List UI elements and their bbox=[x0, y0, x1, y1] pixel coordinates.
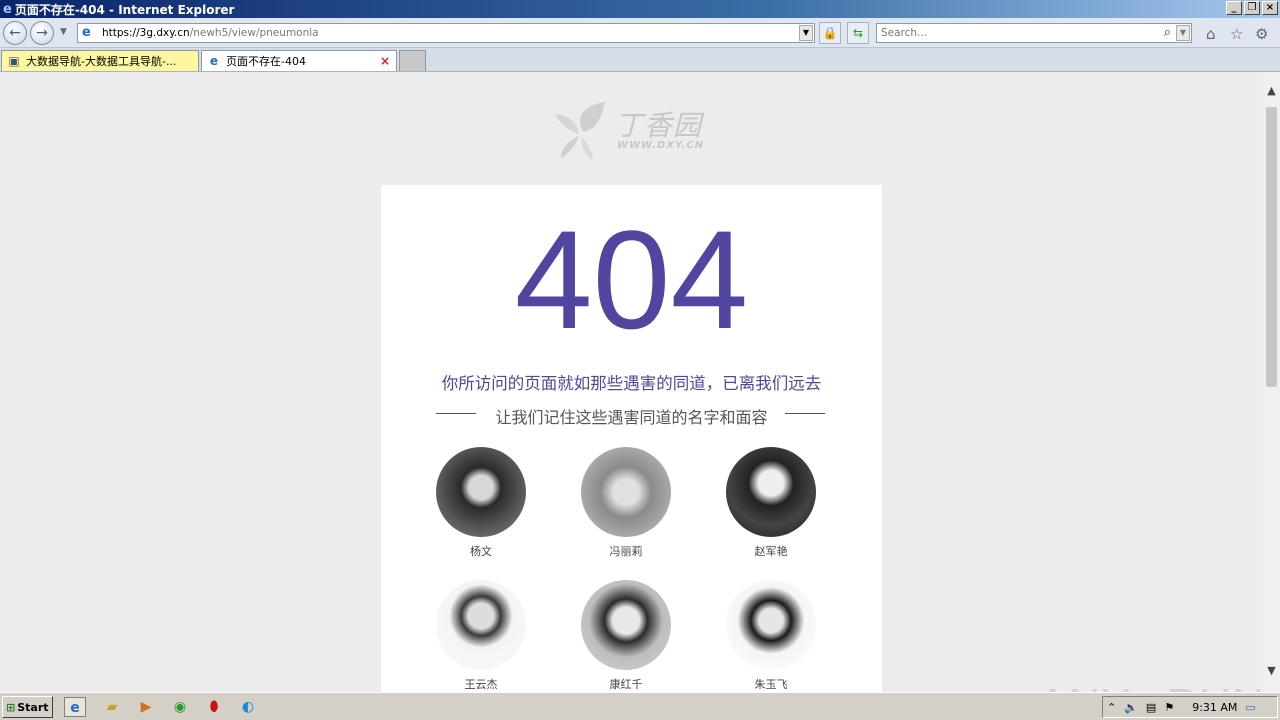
person-name: 朱玉飞 bbox=[754, 678, 788, 691]
person-card: 冯丽莉 bbox=[576, 447, 676, 559]
lock-icon[interactable]: 🔒 bbox=[819, 22, 841, 44]
forward-button[interactable]: → bbox=[30, 21, 54, 45]
system-tray: ⌃ 🔈 ▤ ⚑ 9:31 AM ▭ bbox=[1102, 696, 1278, 718]
person-name: 杨文 bbox=[470, 545, 492, 558]
refresh-icon[interactable]: ⇆ bbox=[847, 22, 869, 44]
dxy-logo[interactable]: 丁香园 WWW.DXY.CN bbox=[553, 102, 723, 162]
address-bar[interactable]: e https://3g.dxy.cn/newh5/view/pneumonia… bbox=[77, 23, 815, 43]
tray-expand-icon[interactable]: ⌃ bbox=[1107, 701, 1116, 714]
back-button[interactable]: ← bbox=[3, 21, 27, 45]
leaf-logo-icon bbox=[555, 102, 605, 160]
scroll-up-icon[interactable]: ▲ bbox=[1263, 82, 1280, 99]
person-card: 康红千 bbox=[576, 580, 676, 692]
scroll-down-icon[interactable]: ▼ bbox=[1263, 662, 1280, 679]
new-tab-button[interactable] bbox=[399, 50, 426, 71]
memorial-subtitle: 让我们记住这些遇害同道的名字和面容 bbox=[495, 408, 768, 427]
person-name: 王云杰 bbox=[464, 678, 498, 691]
error-card: 404 你所访问的页面就如那些遇害的同道，已离我们远去 让我们记住这些遇害同道的… bbox=[381, 185, 882, 692]
portrait-photo bbox=[581, 447, 671, 537]
tab-label: 大数据导航-大数据工具导航-... bbox=[26, 55, 177, 68]
page-content: 丁香园 WWW.DXY.CN 404 你所访问的页面就如那些遇害的同道，已离我们… bbox=[0, 72, 1263, 692]
tab-label: 页面不存在-404 bbox=[226, 55, 306, 68]
home-icon[interactable]: ⌂ bbox=[1206, 25, 1216, 43]
portrait-photo bbox=[726, 447, 816, 537]
logo-name: 丁香园 bbox=[615, 109, 703, 142]
tab-bar: ▣ 大数据导航-大数据工具导航-... e 页面不存在-404 × bbox=[0, 48, 1280, 72]
portrait-photo bbox=[726, 580, 816, 670]
windows-logo-icon: ⊞ bbox=[6, 700, 16, 714]
ie-logo-icon: e bbox=[3, 1, 12, 17]
tab-bigdata[interactable]: ▣ 大数据导航-大数据工具导航-... bbox=[1, 50, 199, 71]
history-dropdown-icon[interactable]: ▼ bbox=[60, 27, 70, 37]
page-icon: e bbox=[82, 25, 91, 40]
address-url[interactable]: https://3g.dxy.cn/newh5/view/pneumonia bbox=[102, 27, 319, 39]
person-card: 朱玉飞 bbox=[721, 580, 821, 692]
scroll-thumb[interactable] bbox=[1266, 107, 1277, 387]
favorites-star-icon[interactable]: ☆ bbox=[1230, 25, 1243, 43]
address-dropdown-icon[interactable]: ▼ bbox=[799, 25, 813, 41]
navigation-bar: ← → ▼ e https://3g.dxy.cn/newh5/view/pne… bbox=[0, 18, 1280, 48]
flag-icon[interactable]: ⚑ bbox=[1164, 701, 1174, 714]
tab-404[interactable]: e 页面不存在-404 × bbox=[201, 50, 397, 71]
person-card: 赵军艳 bbox=[721, 447, 821, 559]
window-title-bar: e 页面不存在-404 - Internet Explorer _ ❐ × bbox=[0, 0, 1280, 18]
window-title: 页面不存在-404 - Internet Explorer bbox=[14, 2, 235, 17]
site-favicon-icon: ▣ bbox=[8, 54, 20, 68]
explorer-folder-icon[interactable]: ▰ bbox=[101, 697, 123, 717]
ie-page-icon: e bbox=[209, 54, 219, 68]
opera-icon[interactable]: ⬮ bbox=[203, 697, 225, 717]
person-name: 康红千 bbox=[609, 678, 643, 691]
ie-taskbar-icon[interactable]: e bbox=[64, 697, 86, 717]
person-card: 王云杰 bbox=[431, 580, 531, 692]
minimize-button[interactable]: _ bbox=[1226, 1, 1242, 15]
divider-right bbox=[785, 413, 825, 414]
person-name: 冯丽莉 bbox=[609, 545, 643, 558]
error-code: 404 bbox=[514, 201, 749, 358]
edge-icon[interactable]: ◐ bbox=[237, 697, 259, 717]
error-message: 你所访问的页面就如那些遇害的同道，已离我们远去 bbox=[441, 374, 822, 393]
show-desktop-icon[interactable]: ▭ bbox=[1245, 701, 1255, 714]
anyrun-watermark: ANY▷RUN bbox=[1038, 679, 1263, 692]
search-icon[interactable]: ⌕ bbox=[1164, 25, 1171, 40]
portrait-photo bbox=[436, 447, 526, 537]
media-player-icon[interactable]: ▶ bbox=[135, 697, 157, 717]
vertical-scrollbar[interactable]: ▲ ▼ bbox=[1263, 72, 1280, 692]
search-dropdown-icon[interactable]: ▼ bbox=[1176, 25, 1190, 41]
search-input[interactable]: Search... ⌕ ▼ bbox=[876, 23, 1192, 43]
close-button[interactable]: × bbox=[1262, 1, 1278, 15]
person-card: 杨文 bbox=[431, 447, 531, 559]
volume-icon[interactable]: 🔈 bbox=[1124, 701, 1138, 714]
start-button[interactable]: ⊞ Start bbox=[2, 696, 53, 718]
network-icon[interactable]: ▤ bbox=[1146, 701, 1156, 714]
portrait-photo bbox=[436, 580, 526, 670]
chrome-icon[interactable]: ◉ bbox=[169, 697, 191, 717]
logo-url: WWW.DXY.CN bbox=[617, 140, 705, 151]
gear-icon[interactable]: ⚙ bbox=[1255, 25, 1268, 43]
clock[interactable]: 9:31 AM bbox=[1192, 701, 1237, 714]
portrait-photo bbox=[581, 580, 671, 670]
close-tab-icon[interactable]: × bbox=[380, 54, 390, 68]
person-name: 赵军艳 bbox=[754, 545, 788, 558]
taskbar: ⊞ Start e ▰ ▶ ◉ ⬮ ◐ ⌃ 🔈 ▤ ⚑ 9:31 AM ▭ bbox=[0, 692, 1280, 720]
start-label: Start bbox=[17, 700, 49, 714]
restore-button[interactable]: ❐ bbox=[1244, 1, 1260, 15]
